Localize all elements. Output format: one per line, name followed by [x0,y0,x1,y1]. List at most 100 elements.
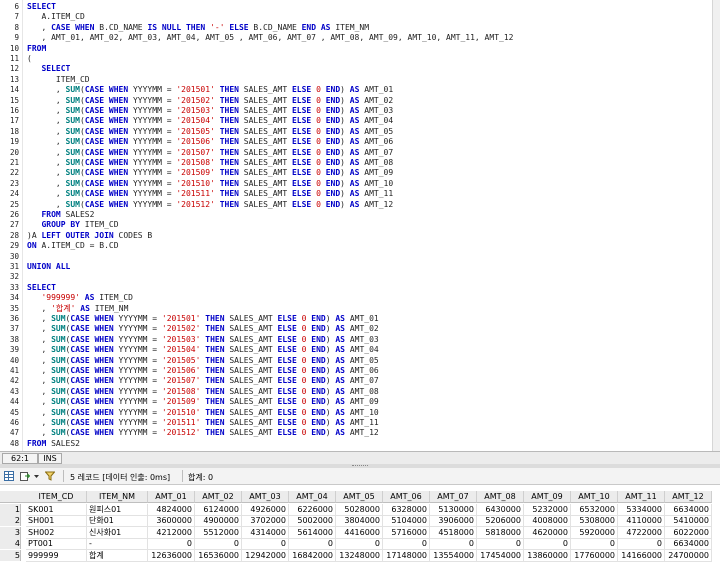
grid-cell[interactable]: 16842000 [289,549,336,562]
column-header[interactable]: AMT_09 [524,491,571,503]
grid-cell[interactable]: 17148000 [383,549,430,562]
grid-cell[interactable]: 5920000 [571,526,618,539]
grid-cell[interactable]: 4518000 [430,526,477,539]
column-header[interactable]: AMT_04 [289,491,336,503]
grid-cell[interactable]: 6634000 [665,538,712,550]
grid-cell[interactable]: 13248000 [336,549,383,562]
grid-cell[interactable]: 4620000 [524,526,571,539]
grid-cell[interactable]: 6124000 [195,503,242,516]
grid-cell[interactable]: 4824000 [148,503,195,516]
editor-vertical-scrollbar[interactable] [712,0,720,451]
row-number[interactable]: 3 [0,526,21,538]
grid-cell[interactable]: 0 [618,538,665,550]
row-number[interactable]: 1 [0,503,21,515]
grid-cell[interactable]: 0 [242,538,289,550]
grid-cell[interactable]: 5410000 [665,515,712,527]
grid-cell[interactable]: 17454000 [477,549,524,562]
grid-cell[interactable]: 3702000 [242,515,289,527]
grid-cell[interactable]: SK001 [26,503,87,516]
grid-cell[interactable]: 3600000 [148,515,195,527]
grid-cell[interactable]: 5130000 [430,503,477,516]
grid-cell[interactable]: 4212000 [148,526,195,539]
grid-cell[interactable]: 4008000 [524,515,571,527]
grid-cell[interactable]: 24700000 [665,549,712,562]
grid-cell[interactable]: 신사화01 [87,526,148,539]
grid-cell[interactable]: 0 [195,538,242,550]
grid-cell[interactable]: 13860000 [524,549,571,562]
grid-cell[interactable]: 6328000 [383,503,430,516]
grid-cell[interactable]: 6634000 [665,503,712,516]
grid-cell[interactable]: 0 [148,538,195,550]
column-header[interactable]: AMT_12 [665,491,712,503]
grid-cell[interactable]: PT001 [26,538,87,550]
code-token: ) [340,85,350,95]
column-header[interactable]: AMT_11 [618,491,665,503]
column-header[interactable]: AMT_08 [477,491,524,503]
grid-cell[interactable]: SH002 [26,526,87,539]
grid-cell[interactable]: 5818000 [477,526,524,539]
grid-cell[interactable]: 3906000 [430,515,477,527]
grid-cell[interactable]: 3804000 [336,515,383,527]
grid-cell[interactable]: 6022000 [665,526,712,539]
grid-cell[interactable]: 12942000 [242,549,289,562]
grid-corner[interactable] [0,491,27,503]
code-token: THEN [205,355,230,365]
grid-cell[interactable]: 5308000 [571,515,618,527]
grid-cell[interactable]: 5334000 [618,503,665,516]
code-token: THEN [219,116,244,126]
grid-cell[interactable]: 4722000 [618,526,665,539]
grid-cell[interactable]: 0 [289,538,336,550]
grid-cell[interactable]: 5206000 [477,515,524,527]
grid-cell[interactable]: 0 [477,538,524,550]
column-header[interactable]: AMT_06 [383,491,430,503]
grid-cell[interactable]: 6430000 [477,503,524,516]
row-number[interactable]: 5 [0,549,21,561]
grid-cell[interactable]: 5232000 [524,503,571,516]
grid-cell[interactable]: 원피스01 [87,503,148,516]
grid-cell[interactable]: SH001 [26,515,87,527]
grid-cell[interactable]: 5512000 [195,526,242,539]
sql-editor[interactable]: 6 SELECT 7 A.ITEM_CD 8 , CASE WHEN B.CD_NAM… [0,0,712,451]
grid-cell[interactable]: 5002000 [289,515,336,527]
grid-cell[interactable]: 4926000 [242,503,289,516]
grid-cell[interactable]: 13554000 [430,549,477,562]
row-number[interactable]: 4 [0,538,21,549]
column-header[interactable]: AMT_05 [336,491,383,503]
grid-cell[interactable]: 5028000 [336,503,383,516]
grid-cell[interactable]: 17760000 [571,549,618,562]
grid-cell[interactable]: 0 [383,538,430,550]
grid-cell[interactable]: 0 [524,538,571,550]
grid-cell[interactable]: 12636000 [148,549,195,562]
grid-cell[interactable]: 0 [430,538,477,550]
column-header[interactable]: AMT_10 [571,491,618,503]
column-header[interactable]: AMT_03 [242,491,289,503]
grid-cell[interactable]: 4110000 [618,515,665,527]
grid-cell[interactable]: 0 [336,538,383,550]
filter-icon[interactable] [45,471,55,481]
export-icon[interactable] [20,471,30,481]
grid-cell[interactable]: 4416000 [336,526,383,539]
grid-cell[interactable]: 합계 [87,549,148,562]
grid-cell[interactable]: 6532000 [571,503,618,516]
grid-cell[interactable]: 4314000 [242,526,289,539]
column-header[interactable]: AMT_02 [195,491,242,503]
grid-cell[interactable]: - [87,538,148,550]
grid-cell[interactable]: 단화01 [87,515,148,527]
grid-cell[interactable]: 5614000 [289,526,336,539]
column-header[interactable]: AMT_01 [148,491,195,503]
dropdown-arrow-icon[interactable] [33,471,40,481]
column-header[interactable]: ITEM_CD [26,491,87,503]
row-number[interactable]: 2 [0,515,21,526]
result-grid[interactable]: ITEM_CD ITEM_NM AMT_01 AMT_02 AMT_03 AMT_04 AM… [0,485,720,567]
grid-cell[interactable]: 5104000 [383,515,430,527]
grid-cell[interactable]: 5716000 [383,526,430,539]
grid-cell[interactable]: 16536000 [195,549,242,562]
column-header[interactable]: AMT_07 [430,491,477,503]
grid-cell[interactable]: 999999 [26,549,87,562]
column-header[interactable]: ITEM_NM [87,491,148,503]
grid-cell[interactable]: 14166000 [618,549,665,562]
grid-cell[interactable]: 6226000 [289,503,336,516]
grid-cell[interactable]: 0 [571,538,618,550]
grid-view-icon[interactable] [4,471,14,481]
grid-cell[interactable]: 4900000 [195,515,242,527]
